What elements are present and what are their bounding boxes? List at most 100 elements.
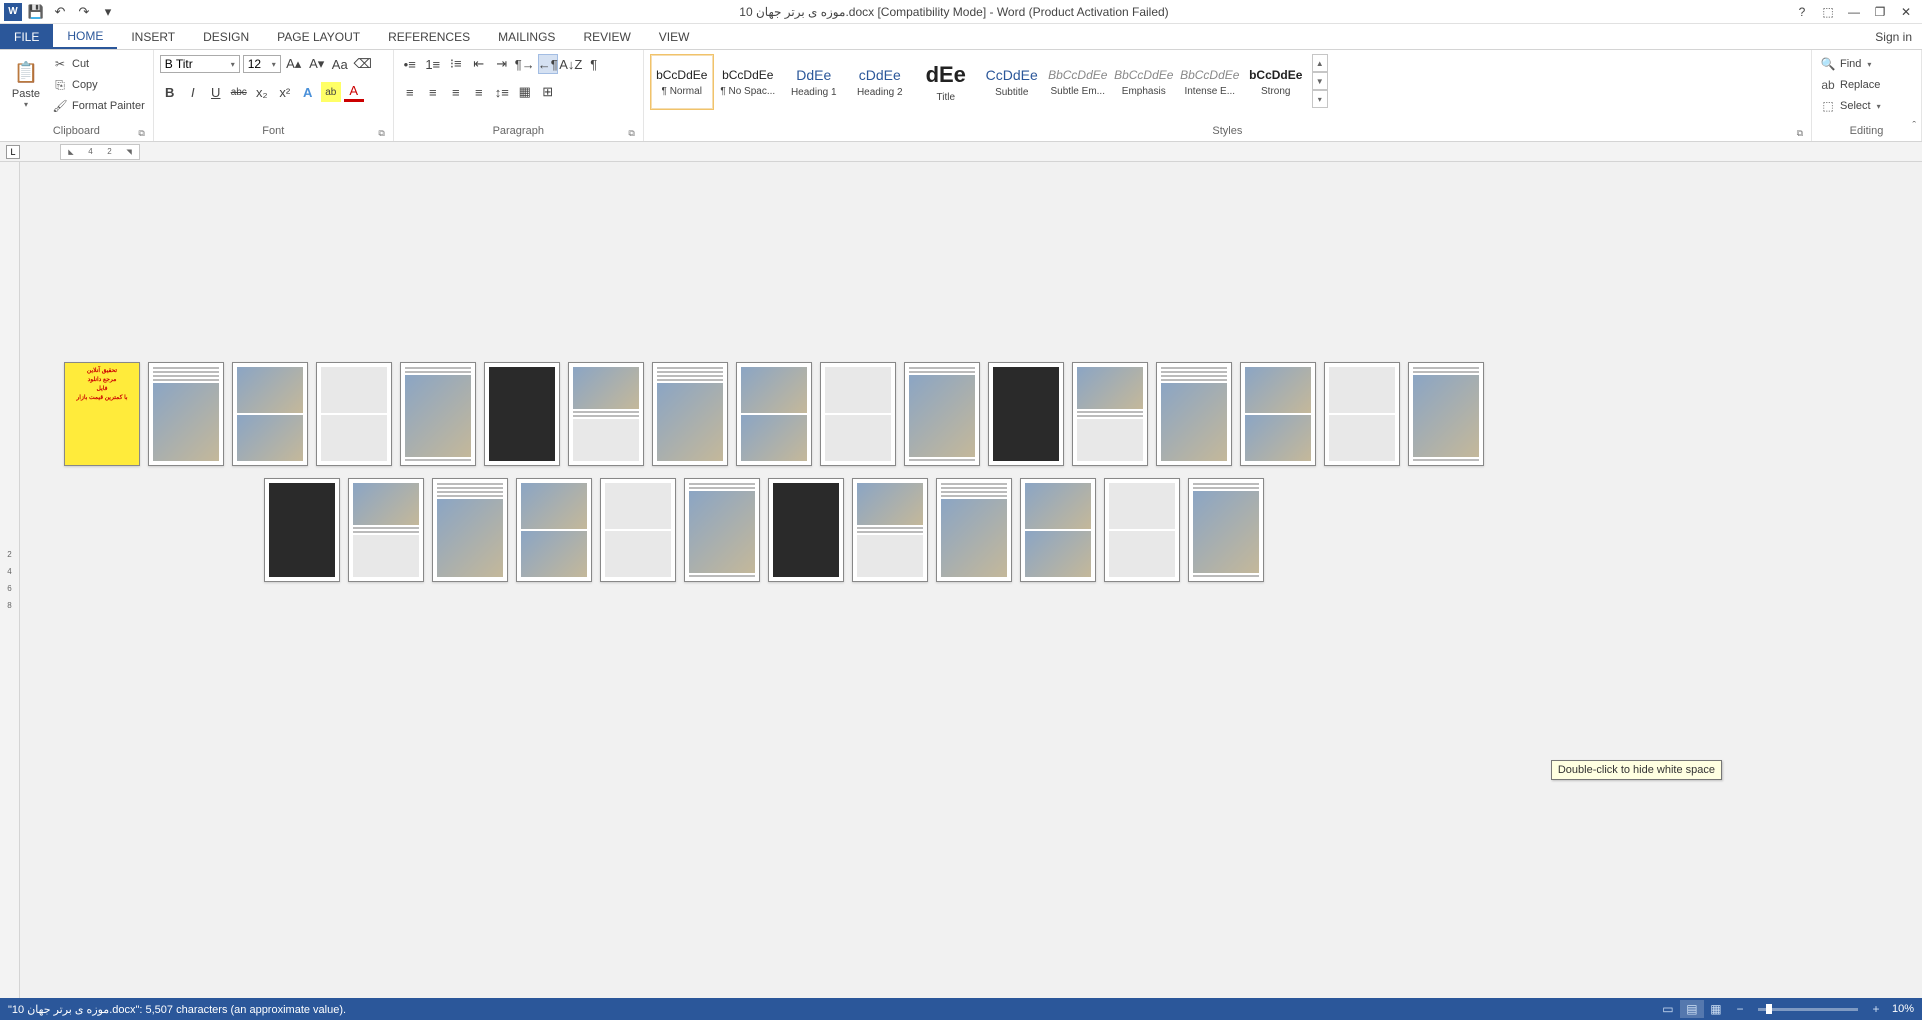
- font-launcher[interactable]: ⧉: [378, 128, 384, 139]
- multilevel-button[interactable]: ⁝≡: [446, 54, 466, 74]
- shrink-font-button[interactable]: A▾: [307, 54, 327, 74]
- sort-button[interactable]: A↓Z: [561, 54, 581, 74]
- page-thumbnail[interactable]: [936, 478, 1012, 582]
- ribbon-display-options[interactable]: ⬚: [1816, 2, 1840, 22]
- style-strong[interactable]: bCcDdEeStrong: [1244, 54, 1308, 110]
- collapse-ribbon-button[interactable]: ˆ: [1912, 120, 1916, 132]
- page-thumbnail[interactable]: [1156, 362, 1232, 466]
- save-button[interactable]: 💾: [26, 2, 46, 22]
- page-thumbnail[interactable]: [652, 362, 728, 466]
- tab-insert[interactable]: INSERT: [117, 24, 189, 49]
- page-thumbnail[interactable]: [1104, 478, 1180, 582]
- find-button[interactable]: 🔍Find▾: [1818, 54, 1883, 74]
- justify-button[interactable]: ≡: [469, 82, 489, 102]
- tab-selector[interactable]: L: [6, 145, 20, 159]
- font-size-combo[interactable]: 12▾: [243, 55, 281, 73]
- tab-file[interactable]: FILE: [0, 24, 53, 49]
- page-thumbnail[interactable]: [484, 362, 560, 466]
- zoom-slider-thumb[interactable]: [1766, 1004, 1772, 1014]
- page-thumbnail[interactable]: [1188, 478, 1264, 582]
- style-title[interactable]: dEeTitle: [914, 54, 978, 110]
- italic-button[interactable]: I: [183, 82, 203, 102]
- subscript-button[interactable]: x₂: [252, 82, 272, 102]
- ltr-button[interactable]: ¶→: [515, 54, 535, 74]
- highlight-button[interactable]: ab: [321, 82, 341, 102]
- tab-view[interactable]: VIEW: [645, 24, 704, 49]
- page-thumbnail[interactable]: [1324, 362, 1400, 466]
- zoom-out-button[interactable]: −: [1728, 1000, 1752, 1018]
- style-intense-e-[interactable]: BbCcDdEeIntense E...: [1178, 54, 1242, 110]
- page-thumbnail[interactable]: [568, 362, 644, 466]
- page-thumbnail[interactable]: [232, 362, 308, 466]
- replace-button[interactable]: abReplace: [1818, 75, 1883, 95]
- page-thumbnail[interactable]: [684, 478, 760, 582]
- clear-formatting-button[interactable]: ⌫: [353, 54, 373, 74]
- rtl-button[interactable]: ←¶: [538, 54, 558, 74]
- sign-in-link[interactable]: Sign in: [1865, 24, 1922, 49]
- select-button[interactable]: ⬚Select▾: [1818, 96, 1883, 116]
- page-thumbnail[interactable]: [768, 478, 844, 582]
- line-spacing-button[interactable]: ↕≡: [492, 82, 512, 102]
- qat-customize[interactable]: ▾: [98, 2, 118, 22]
- page-thumbnail[interactable]: [736, 362, 812, 466]
- zoom-slider[interactable]: [1758, 1008, 1858, 1011]
- bold-button[interactable]: B: [160, 82, 180, 102]
- increase-indent-button[interactable]: ⇥: [492, 54, 512, 74]
- style-emphasis[interactable]: BbCcDdEeEmphasis: [1112, 54, 1176, 110]
- underline-button[interactable]: U: [206, 82, 226, 102]
- show-marks-button[interactable]: ¶: [584, 54, 604, 74]
- styles-launcher[interactable]: ⧉: [1797, 128, 1803, 139]
- tab-page-layout[interactable]: PAGE LAYOUT: [263, 24, 374, 49]
- gallery-up[interactable]: ▲: [1312, 54, 1328, 72]
- page-thumbnail[interactable]: [988, 362, 1064, 466]
- change-case-button[interactable]: Aa: [330, 54, 350, 74]
- style-subtle-em-[interactable]: BbCcDdEeSubtle Em...: [1046, 54, 1110, 110]
- ruler-track[interactable]: ◣ 4 2 ◥: [60, 144, 140, 160]
- help-button[interactable]: ?: [1790, 2, 1814, 22]
- align-right-button[interactable]: ≡: [446, 82, 466, 102]
- gallery-more[interactable]: ▾: [1312, 90, 1328, 108]
- gallery-down[interactable]: ▼: [1312, 72, 1328, 90]
- style-heading-2[interactable]: cDdEeHeading 2: [848, 54, 912, 110]
- tab-review[interactable]: REVIEW: [569, 24, 644, 49]
- zoom-level[interactable]: 10%: [1892, 1003, 1914, 1015]
- page-thumbnail[interactable]: [1240, 362, 1316, 466]
- styles-gallery[interactable]: bCcDdEe¶ NormalbCcDdEe¶ No Spac...DdEeHe…: [650, 54, 1308, 110]
- style-subtitle[interactable]: CcDdEeSubtitle: [980, 54, 1044, 110]
- page-thumbnail[interactable]: [148, 362, 224, 466]
- font-color-button[interactable]: A: [344, 82, 364, 102]
- minimize-button[interactable]: —: [1842, 2, 1866, 22]
- document-area[interactable]: 2468 تحقیق آنلاینمرجع دانلودفایلبا کمتری…: [0, 162, 1922, 998]
- copy-button[interactable]: ⎘Copy: [50, 75, 147, 95]
- page-thumbnail[interactable]: [1072, 362, 1148, 466]
- tab-mailings[interactable]: MAILINGS: [484, 24, 569, 49]
- tab-home[interactable]: HOME: [53, 24, 117, 49]
- borders-button[interactable]: ⊞: [538, 82, 558, 102]
- superscript-button[interactable]: x²: [275, 82, 295, 102]
- cut-button[interactable]: ✂Cut: [50, 54, 147, 74]
- page-thumbnail[interactable]: [600, 478, 676, 582]
- clipboard-launcher[interactable]: ⧉: [138, 128, 144, 139]
- style--normal[interactable]: bCcDdEe¶ Normal: [650, 54, 714, 110]
- paragraph-launcher[interactable]: ⧉: [628, 128, 634, 139]
- redo-button[interactable]: ↷: [74, 2, 94, 22]
- page-thumbnail[interactable]: تحقیق آنلاینمرجع دانلودفایلبا کمترین قیم…: [64, 362, 140, 466]
- decrease-indent-button[interactable]: ⇤: [469, 54, 489, 74]
- page-thumbnail[interactable]: [348, 478, 424, 582]
- page-thumbnail[interactable]: [316, 362, 392, 466]
- page-thumbnail[interactable]: [1408, 362, 1484, 466]
- page-thumbnail[interactable]: [1020, 478, 1096, 582]
- restore-button[interactable]: ❐: [1868, 2, 1892, 22]
- page-thumbnail[interactable]: [264, 478, 340, 582]
- horizontal-ruler[interactable]: L ◣ 4 2 ◥: [0, 142, 1922, 162]
- zoom-in-button[interactable]: +: [1864, 1000, 1888, 1018]
- font-name-combo[interactable]: B Titr▾: [160, 55, 240, 73]
- numbering-button[interactable]: 1≡: [423, 54, 443, 74]
- page-thumbnail[interactable]: [432, 478, 508, 582]
- strikethrough-button[interactable]: abc: [229, 82, 249, 102]
- paste-button[interactable]: 📋 Paste ▾: [6, 54, 46, 111]
- close-button[interactable]: ✕: [1894, 2, 1918, 22]
- shading-button[interactable]: ▦: [515, 82, 535, 102]
- page-thumbnail[interactable]: [852, 478, 928, 582]
- format-painter-button[interactable]: 🖌Format Painter: [50, 96, 147, 116]
